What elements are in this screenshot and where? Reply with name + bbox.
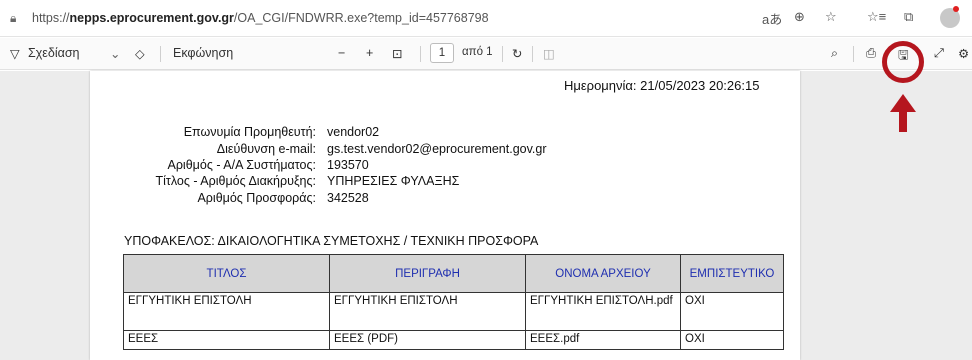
expand-icon[interactable]: ⤢ (934, 46, 944, 61)
separator (853, 46, 854, 62)
documents-table: ΤΙΤΛΟΣ ΠΕΡΙΓΡΑΦΗ ΟΝΟΜΑ ΑΡΧΕΙΟΥ ΕΜΠΙΣΤΕΥΤ… (123, 254, 784, 350)
document-date: Ημερομηνία: 21/05/2023 20:26:15 (564, 78, 760, 93)
zoom-icon[interactable]: ⊕ (794, 9, 805, 25)
table-cell: ΕΕΕΣ.pdf (525, 330, 681, 350)
page-number-input[interactable]: 1 (430, 43, 454, 63)
search-icon[interactable]: ⌕ (831, 46, 838, 61)
settings-icon[interactable]: ⚙ (958, 46, 969, 61)
separator (502, 46, 503, 62)
rotate-icon[interactable]: ↻ (512, 46, 522, 61)
subfolder-title: ΥΠΟΦΑΚΕΛΟΣ: ΔΙΚΑΙΟΛΟΓΗΤΙΚΑ ΣΥΜΕΤΟΧΗΣ / Τ… (124, 234, 539, 248)
read-aloud-button[interactable]: Εκφώνηση (173, 46, 233, 60)
address-bar: 🔒︎ https://nepps.eprocurement.gov.gr/OA_… (0, 0, 972, 37)
separator (420, 46, 421, 62)
two-page-icon[interactable]: ◫ (543, 46, 555, 61)
column-header: ΤΙΤΛΟΣ (123, 254, 330, 293)
email-value: gs.test.vendor02@eprocurement.gov.gr (327, 142, 547, 156)
table-cell: ΟΧΙ (680, 292, 784, 331)
email-label: Διεύθυνση e-mail: (216, 142, 316, 156)
system-number-label: Αριθμός - Α/Α Συστήματος: (167, 158, 316, 172)
fit-page-icon[interactable]: ⊡ (392, 46, 402, 61)
offer-number-value: 342528 (327, 191, 369, 205)
table-cell: ΕΕΕΣ (123, 330, 330, 350)
table-cell: ΕΓΓΥΗΤΙΚΗ ΕΠΙΣΤΟΛΗ (123, 292, 330, 331)
system-number-value: 193570 (327, 158, 369, 172)
table-row: ΕΓΓΥΗΤΙΚΗ ΕΠΙΣΤΟΛΗ ΕΓΓΥΗΤΙΚΗ ΕΠΙΣΤΟΛΗ ΕΓ… (123, 292, 784, 331)
url-domain: nepps.eprocurement.gov.gr (69, 11, 234, 25)
table-cell: ΕΕΕΣ (PDF) (329, 330, 526, 350)
arrow-shaft (899, 110, 907, 132)
chevron-down-icon[interactable]: ⌄ (110, 46, 120, 61)
notification-dot (953, 6, 959, 12)
read-aloud-icon[interactable]: aあ (762, 9, 782, 28)
zoom-in-icon[interactable]: + (366, 46, 373, 60)
url-prefix: https:// (32, 11, 70, 25)
eraser-icon[interactable]: ◇ (135, 46, 145, 61)
favorite-icon[interactable]: ☆ (825, 9, 837, 25)
column-header: ΠΕΡΙΓΡΑΦΗ (329, 254, 526, 293)
url-field[interactable]: https://nepps.eprocurement.gov.gr/OA_CGI… (32, 11, 489, 25)
page-total: από 1 (462, 46, 493, 58)
supplier-name-label: Επωνυμία Προμηθευτή: (183, 125, 316, 139)
table-cell: ΕΓΓΥΗΤΙΚΗ ΕΠΙΣΤΟΛΗ (329, 292, 526, 331)
zoom-out-icon[interactable]: − (338, 46, 345, 60)
draw-icon[interactable]: ▽ (10, 46, 20, 61)
tender-value: ΥΠΗΡΕΣΙΕΣ ΦΥΛΑΞΗΣ (327, 174, 460, 188)
favorites-icon[interactable]: ☆≡ (867, 9, 886, 25)
tender-label: Τίτλος - Αριθμός Διακήρυξης: (155, 174, 317, 188)
pdf-toolbar: ▽ Σχεδίαση ⌄ ◇ Εκφώνηση − + ⊡ 1 από 1 ↻ … (0, 38, 972, 70)
separator (532, 46, 533, 62)
table-cell: ΕΓΓΥΗΤΙΚΗ ΕΠΙΣΤΟΛΗ.pdf (525, 292, 681, 331)
table-header-row: ΤΙΤΛΟΣ ΠΕΡΙΓΡΑΦΗ ΟΝΟΜΑ ΑΡΧΕΙΟΥ ΕΜΠΙΣΤΕΥΤ… (123, 254, 784, 293)
column-header: ΟΝΟΜΑ ΑΡΧΕΙΟΥ (525, 254, 681, 293)
separator (160, 46, 161, 62)
lock-icon[interactable]: 🔒︎ (10, 11, 16, 26)
table-row: ΕΕΕΣ ΕΕΕΣ (PDF) ΕΕΕΣ.pdf ΟΧΙ (123, 330, 784, 350)
offer-number-label: Αριθμός Προσφοράς: (197, 191, 316, 205)
url-path: /OA_CGI/FNDWRR.exe?temp_id=457768798 (233, 11, 489, 25)
draw-button[interactable]: Σχεδίαση (28, 46, 80, 60)
highlight-circle (882, 41, 924, 83)
print-icon[interactable]: ⎙ (866, 46, 876, 61)
collections-icon[interactable]: ⧉ (904, 9, 913, 25)
column-header: ΕΜΠΙΣΤΕΥΤΙΚΟ (680, 254, 784, 293)
supplier-name-value: vendor02 (327, 125, 380, 139)
table-cell: ΟΧΙ (680, 330, 784, 350)
